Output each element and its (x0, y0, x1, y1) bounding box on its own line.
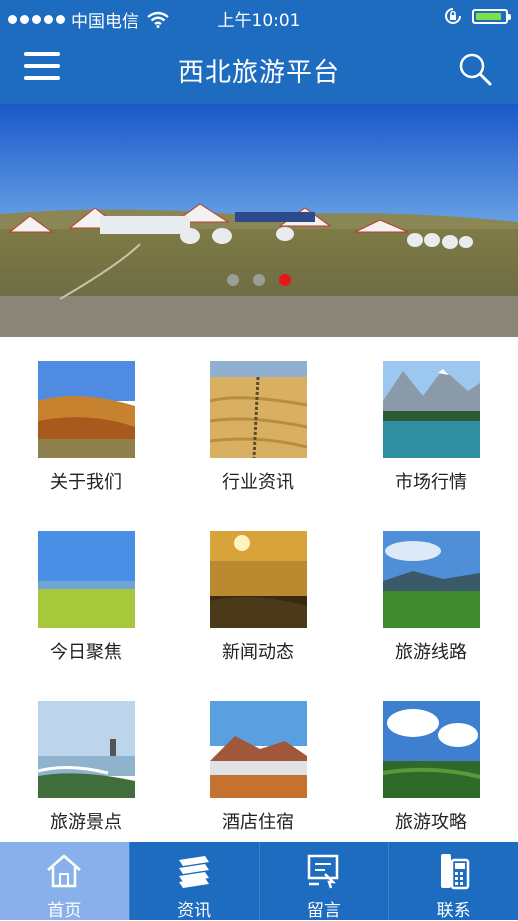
grid-label: 新闻动态 (222, 642, 294, 663)
tab-message[interactable]: 留言 (258, 842, 389, 921)
feature-grid: 关于我们 行业资讯 市场行情 今日聚焦 新闻动态 旅游线路 旅游景点 酒店住宿 … (0, 337, 518, 842)
thumb-news-updates (210, 531, 307, 628)
page-title: 西北旅游平台 (177, 58, 340, 88)
thumb-industry-news (210, 361, 307, 458)
news-stack-icon (179, 856, 210, 888)
search-icon[interactable] (458, 52, 492, 86)
thumb-hotels (210, 701, 307, 798)
grid-label: 行业资讯 (222, 472, 294, 493)
banner-image (0, 104, 518, 337)
grid-label: 旅游攻略 (395, 812, 467, 833)
banner-dot-1[interactable] (227, 274, 239, 286)
hero-banner[interactable] (0, 104, 518, 337)
grid-item-hotels[interactable]: 酒店住宿 (172, 677, 344, 845)
status-right (444, 7, 511, 25)
grid-item-market[interactable]: 市场行情 (345, 337, 517, 505)
grid-item-travel-guides[interactable]: 旅游攻略 (345, 677, 517, 845)
grid-item-focus-today[interactable]: 今日聚焦 (0, 507, 172, 675)
battery-fill (476, 12, 502, 20)
grid-item-scenic-spots[interactable]: 旅游景点 (0, 677, 172, 845)
thumb-travel-routes (383, 531, 480, 628)
tab-label: 留言 (306, 901, 341, 921)
banner-dot-3[interactable] (279, 274, 291, 286)
tab-home[interactable]: 首页 (0, 842, 129, 921)
grid-label: 旅游线路 (395, 642, 467, 663)
thumb-focus-today (38, 531, 135, 628)
status-time: 上午10:01 (217, 11, 301, 31)
rotation-lock-icon (445, 8, 461, 24)
battery-icon (472, 8, 511, 24)
tab-bar: 首页 资讯 留言 联系 (0, 842, 518, 921)
thumb-market (383, 361, 480, 458)
banner-dot-2[interactable] (253, 274, 265, 286)
banner-pager (0, 274, 518, 286)
home-icon (47, 854, 82, 888)
status-bar: 中国电信 上午10:01 (0, 0, 518, 34)
tab-label: 联系 (436, 901, 471, 921)
grid-item-news-updates[interactable]: 新闻动态 (172, 507, 344, 675)
grid-item-travel-routes[interactable]: 旅游线路 (345, 507, 517, 675)
tab-label: 资讯 (177, 901, 212, 921)
grid-item-industry-news[interactable]: 行业资讯 (172, 337, 344, 505)
tab-news[interactable]: 资讯 (128, 842, 259, 921)
grid-item-about-us[interactable]: 关于我们 (0, 337, 172, 505)
grid-label: 旅游景点 (50, 812, 122, 833)
tab-contact[interactable]: 联系 (388, 842, 518, 921)
grid-label: 今日聚焦 (50, 642, 122, 663)
grid-label: 酒店住宿 (222, 812, 294, 833)
grid-label: 关于我们 (50, 472, 122, 493)
tab-label: 首页 (47, 901, 82, 921)
message-board-icon (307, 854, 339, 889)
thumb-about-us (38, 361, 135, 458)
header: 西北旅游平台 (0, 34, 518, 104)
grid-label: 市场行情 (395, 472, 467, 493)
thumb-scenic-spots (38, 701, 135, 798)
thumb-travel-guides (383, 701, 480, 798)
phone-icon (440, 854, 469, 890)
